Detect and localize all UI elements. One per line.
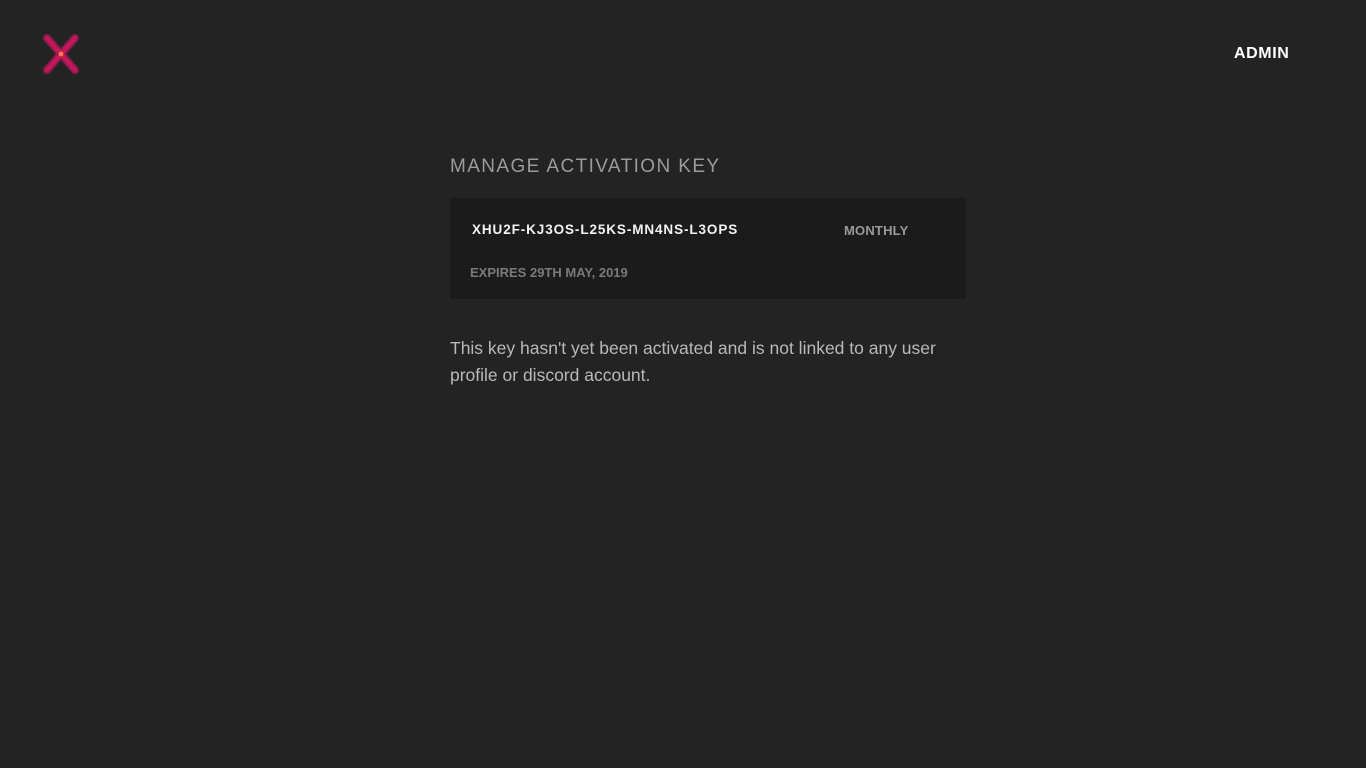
plan-badge: MONTHLY [844,223,909,238]
manage-key-panel: MANAGE ACTIVATION KEY XHU2F-KJ3OS-L25KS-… [450,154,966,385]
x-logo-icon[interactable] [42,33,80,75]
key-card: XHU2F-KJ3OS-L25KS-MN4NS-L3OPS MONTHLY EX… [450,198,966,299]
key-status-message: This key hasn't yet been activated and i… [450,338,936,385]
activation-key-value: XHU2F-KJ3OS-L25KS-MN4NS-L3OPS [472,222,739,237]
page-title: MANAGE ACTIVATION KEY [450,156,721,177]
expiry-date: EXPIRES 29TH MAY, 2019 [470,265,628,280]
admin-link[interactable]: ADMIN [1234,45,1289,63]
header: ADMIN [0,0,1366,108]
